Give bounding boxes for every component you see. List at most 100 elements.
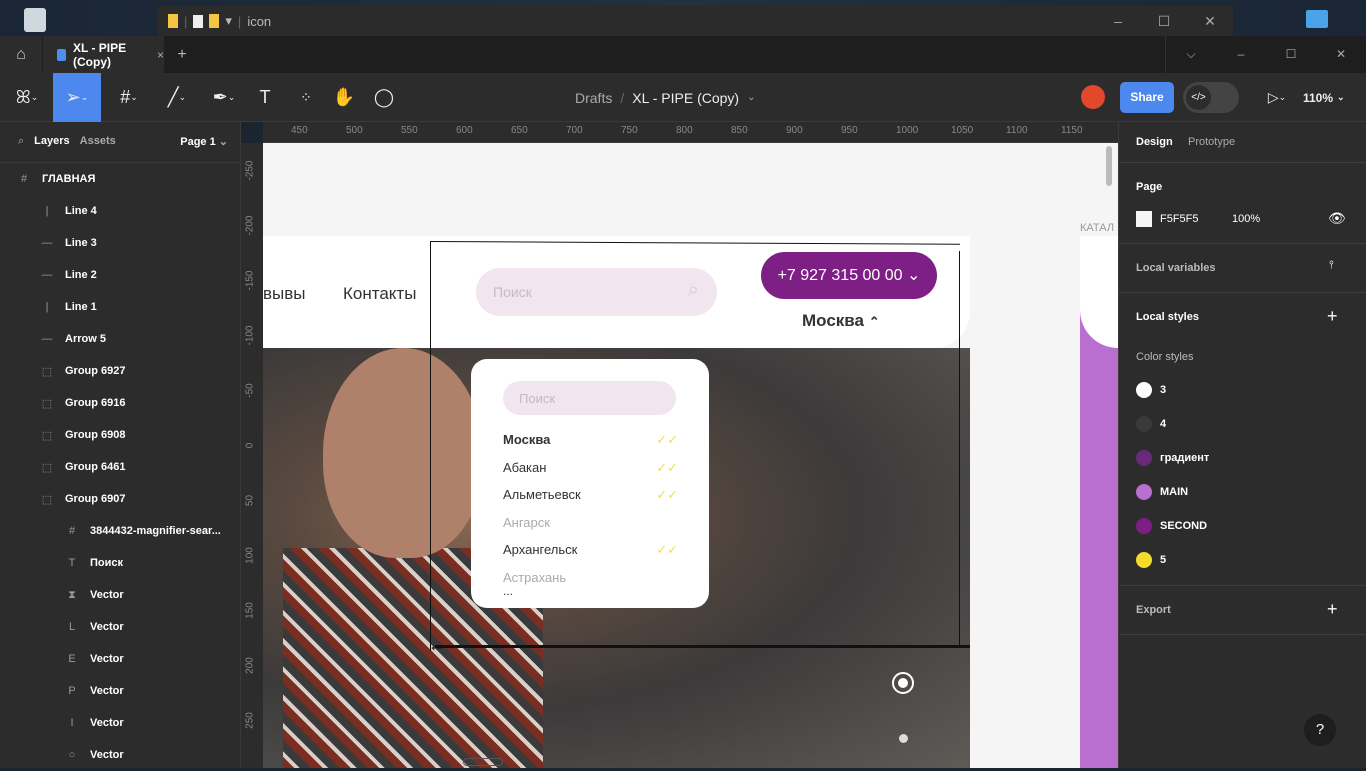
close-tab-icon[interactable]: ×: [157, 48, 164, 62]
computer-icon[interactable]: [1306, 10, 1328, 28]
main-menu-button[interactable]: ꕤ ⌄: [8, 73, 46, 122]
home-button[interactable]: ⌂: [0, 36, 42, 73]
slider-dot[interactable]: [899, 734, 908, 743]
color-style-name[interactable]: MAIN: [1160, 486, 1188, 498]
color-style-name[interactable]: 3: [1160, 384, 1166, 396]
layer-type-icon: |: [45, 301, 49, 313]
layer-item[interactable]: ⧗ Vector: [0, 579, 241, 611]
layer-item[interactable]: | Line 4: [0, 195, 241, 227]
add-export-icon[interactable]: +: [1327, 599, 1338, 620]
city-option[interactable]: Астрахань: [503, 570, 678, 585]
dropdown-search-input[interactable]: Поиск: [503, 381, 676, 415]
layer-item[interactable]: # ГЛАВНАЯ: [0, 163, 241, 195]
tab-design[interactable]: Design: [1136, 136, 1173, 148]
layer-item[interactable]: E Vector: [0, 643, 241, 675]
page-selector[interactable]: Page 1 ⌄: [180, 135, 228, 148]
close-button[interactable]: ✕: [1316, 36, 1366, 73]
color-style-name[interactable]: градиент: [1160, 452, 1209, 464]
pen-icon: ✒: [212, 87, 228, 107]
nav-contacts[interactable]: Контакты: [343, 284, 416, 304]
layer-item[interactable]: — Arrow 5: [0, 323, 241, 355]
layer-type-icon: ⬚: [41, 365, 53, 378]
share-button[interactable]: Share: [1120, 82, 1174, 113]
move-tool-button[interactable]: ➢ ⌄: [53, 73, 101, 122]
chevron-down-icon[interactable]: ⌄: [747, 92, 755, 103]
maximize-button[interactable]: ☐: [1266, 36, 1316, 73]
text-tool-button[interactable]: T: [252, 73, 278, 122]
variables-icon[interactable]: ⫯: [1329, 259, 1334, 272]
page-color-swatch[interactable]: [1136, 211, 1152, 227]
present-button[interactable]: ▷ ⌄: [1260, 73, 1294, 122]
layer-item[interactable]: ○ Vector: [0, 739, 241, 771]
city-option[interactable]: Абакан ✓✓: [503, 460, 678, 475]
ruler-tick-label: 100: [244, 547, 256, 564]
layer-item[interactable]: #3844432-magnifier-sear...: [0, 515, 241, 547]
city-option[interactable]: Москва ✓✓: [503, 432, 678, 447]
face: [323, 348, 483, 558]
layer-item[interactable]: — Line 2: [0, 259, 241, 291]
comment-tool-button[interactable]: ◯: [370, 73, 398, 122]
nav-reviews[interactable]: вывы: [263, 284, 306, 304]
shape-tool-button[interactable]: ╱ ⌄: [158, 73, 196, 122]
page-color-value[interactable]: F5F5F5: [1160, 213, 1199, 225]
search-icon[interactable]: ⌕: [688, 279, 699, 302]
page-opacity-value[interactable]: 100%: [1232, 213, 1260, 225]
hand-tool-button[interactable]: ✋: [330, 73, 358, 122]
breadcrumb-drafts[interactable]: Drafts: [575, 90, 612, 106]
avatar[interactable]: [1081, 85, 1105, 109]
minimize-button[interactable]: –: [1216, 36, 1266, 73]
layer-type-icon: E: [68, 653, 76, 665]
tab-layers[interactable]: Layers: [34, 135, 69, 148]
file-tab[interactable]: XL - PIPE (Copy) ×: [43, 36, 164, 73]
zoom-dropdown[interactable]: 110% ⌄: [1303, 73, 1345, 122]
color-style-swatch: [1136, 382, 1152, 398]
layer-name: Group 6908: [65, 429, 126, 441]
tab-assets[interactable]: Assets: [80, 135, 116, 148]
city-name: Москва: [802, 311, 864, 330]
tabs-dropdown-button[interactable]: ⌵: [1166, 36, 1216, 73]
file-name[interactable]: XL - PIPE (Copy): [632, 90, 739, 106]
layer-item[interactable]: ⬚ Group 6908: [0, 419, 241, 451]
figma-file-icon: [57, 48, 67, 61]
tab-prototype[interactable]: Prototype: [1188, 136, 1235, 148]
resources-button[interactable]: ⁘: [292, 73, 320, 122]
site-search-input[interactable]: Поиск ⌕: [476, 268, 717, 316]
layer-item[interactable]: T Поиск: [0, 547, 241, 579]
layer-item[interactable]: ⬚ Group 6927: [0, 355, 241, 387]
slider-dot-active[interactable]: [892, 672, 914, 694]
phone-button[interactable]: +7 927 315 00 00 ⌄: [761, 252, 937, 299]
color-style-name[interactable]: 5: [1160, 554, 1166, 566]
city-option[interactable]: Ангарск: [503, 515, 678, 530]
canvas-scrollbar[interactable]: [1106, 146, 1112, 186]
layer-item[interactable]: P Vector: [0, 675, 241, 707]
layer-item[interactable]: ⬚ Group 6916: [0, 387, 241, 419]
layer-item[interactable]: ⬚ Group 6907: [0, 483, 241, 515]
city-selector[interactable]: Москва ⌃: [802, 311, 880, 331]
layer-type-icon: #: [68, 525, 76, 537]
design-panel: Design Prototype Page F5F5F5 100% 👁 Loca…: [1118, 122, 1366, 768]
eye-icon[interactable]: 👁: [1328, 210, 1346, 227]
add-style-icon[interactable]: +: [1327, 306, 1338, 327]
pen-tool-button[interactable]: ✒ ⌄: [205, 73, 243, 122]
help-button[interactable]: ?: [1304, 714, 1336, 746]
layer-item[interactable]: I Vector: [0, 707, 241, 739]
search-icon[interactable]: ⌕: [18, 135, 24, 148]
dev-mode-toggle[interactable]: </>: [1183, 82, 1239, 113]
layer-item[interactable]: L Vector: [0, 611, 241, 643]
color-style-name[interactable]: 4: [1160, 418, 1166, 430]
local-variables-label[interactable]: Local variables: [1136, 262, 1216, 274]
layer-item[interactable]: | Line 1: [0, 291, 241, 323]
maximize-button[interactable]: ☐: [1141, 6, 1187, 36]
minimize-button[interactable]: –: [1095, 6, 1141, 36]
new-tab-button[interactable]: +: [164, 36, 200, 73]
color-style-name[interactable]: SECOND: [1160, 520, 1207, 532]
quick-access-dropdown-icon[interactable]: ▾: [225, 13, 232, 29]
close-button[interactable]: ✕: [1187, 6, 1233, 36]
canvas[interactable]: вывы Контакты Поиск ⌕ +7 927 315 00 00 ⌄…: [263, 143, 1118, 768]
recycle-bin-icon[interactable]: [24, 8, 46, 32]
city-option[interactable]: Альметьевск ✓✓: [503, 487, 678, 502]
frame-tool-button[interactable]: # ⌄: [110, 73, 148, 122]
layer-item[interactable]: — Line 3: [0, 227, 241, 259]
city-option[interactable]: Архангельск ✓✓: [503, 542, 678, 557]
layer-item[interactable]: ⬚ Group 6461: [0, 451, 241, 483]
